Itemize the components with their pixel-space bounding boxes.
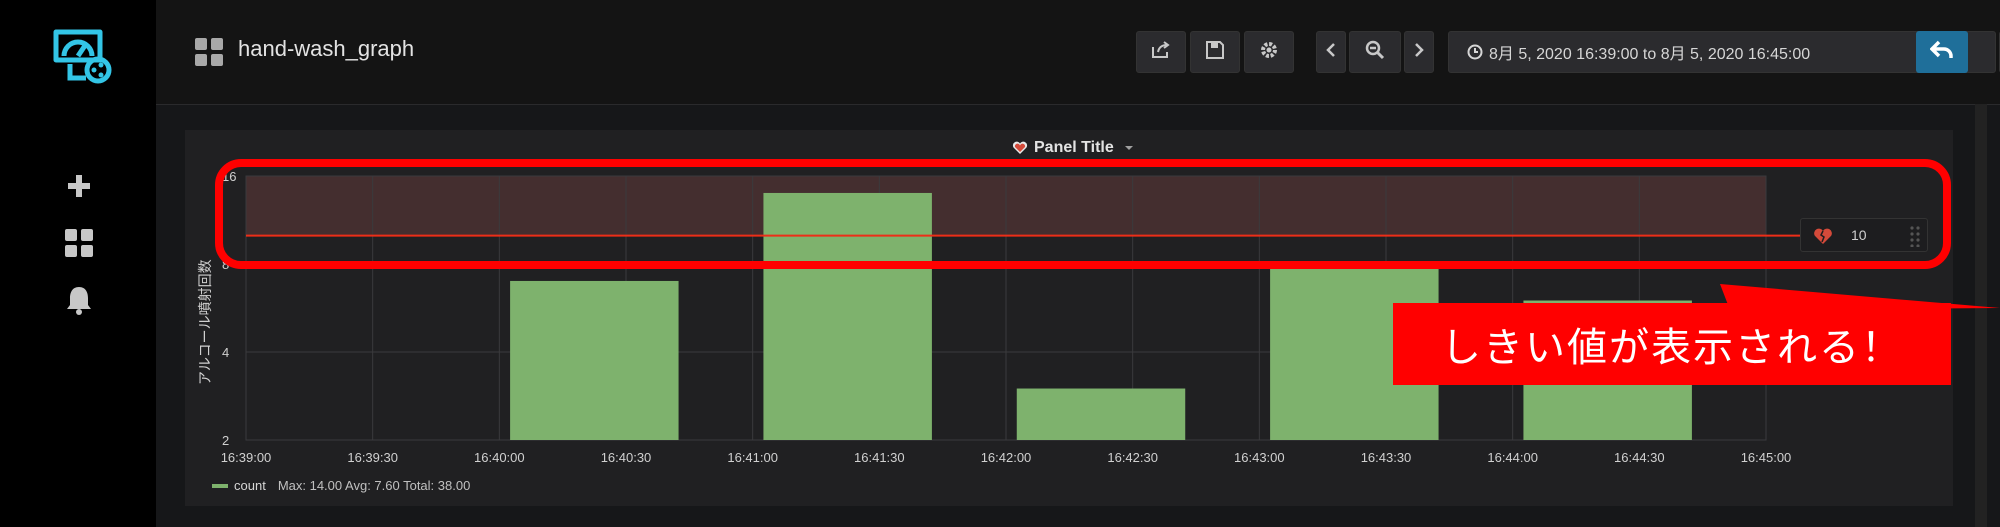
x-tick-label: 16:40:30 [601, 450, 652, 465]
x-tick-label: 16:41:00 [727, 450, 778, 465]
legend-series-name[interactable]: count [234, 478, 266, 493]
x-tick-label: 16:39:30 [347, 450, 398, 465]
x-tick-label: 16:39:00 [221, 450, 272, 465]
x-tick-label: 16:41:30 [854, 450, 905, 465]
x-tick-label: 16:44:00 [1487, 450, 1538, 465]
bar-164200 [1016, 388, 1186, 440]
x-tick-label: 16:42:00 [981, 450, 1032, 465]
chart-legend: count Max: 14.00 Avg: 7.60 Total: 38.00 [212, 478, 470, 493]
legend-swatch [212, 483, 228, 488]
x-tick-label: 16:42:30 [1107, 450, 1158, 465]
x-tick-label: 16:45:00 [1741, 450, 1792, 465]
x-tick-label: 16:44:30 [1614, 450, 1665, 465]
x-tick-label: 16:43:30 [1361, 450, 1412, 465]
y-tick-label: 2 [222, 433, 229, 448]
x-tick-label: 16:40:00 [474, 450, 525, 465]
annotation-callout: しきい値が表示される！ [1393, 303, 1951, 385]
x-tick-label: 16:43:00 [1234, 450, 1285, 465]
legend-stats: Max: 14.00 Avg: 7.60 Total: 38.00 [277, 478, 471, 493]
threshold-highlight-box [215, 159, 1951, 269]
bar-164000 [510, 280, 679, 440]
y-tick-label: 4 [222, 345, 229, 360]
